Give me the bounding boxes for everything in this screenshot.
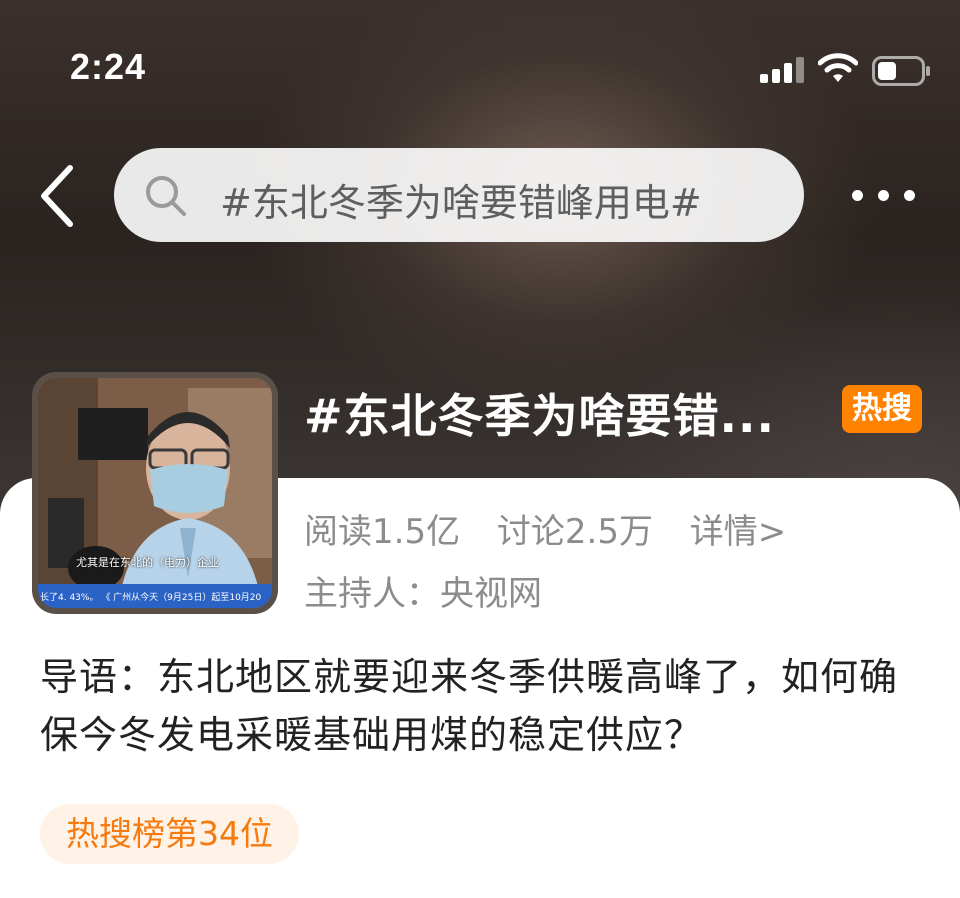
battery-icon bbox=[872, 56, 930, 86]
search-icon bbox=[146, 176, 186, 216]
status-time: 2:24 bbox=[70, 46, 147, 87]
wifi-icon bbox=[818, 53, 858, 82]
topic-title: #东北冬季为啥要错... bbox=[304, 389, 775, 443]
hot-rank-tag[interactable]: 热搜榜第34位 bbox=[40, 804, 299, 864]
topic-stats: 阅读1.5亿 讨论2.5万 详情> bbox=[304, 504, 812, 553]
search-query: #东北冬季为啥要错峰用电# bbox=[220, 181, 702, 225]
back-button[interactable] bbox=[30, 160, 90, 230]
hot-badge: 热搜 bbox=[842, 385, 922, 433]
detail-link[interactable]: 详情> bbox=[690, 512, 787, 552]
interview-image bbox=[38, 378, 272, 608]
topic-thumbnail[interactable]: 尤其是在东北的（电力）企业 长了4. 43%。 《 广州从今天（9月25日）起至… bbox=[32, 372, 278, 614]
more-options-button[interactable] bbox=[842, 176, 926, 216]
cellular-signal-icon bbox=[760, 57, 804, 83]
topic-intro: 导语：东北地区就要迎来冬季供暖高峰了，如何确保今冬发电采暖基础用煤的稳定供应？ bbox=[40, 655, 899, 757]
topic-host: 主持人：央视网 bbox=[304, 574, 542, 614]
read-count: 阅读1.5亿 bbox=[304, 512, 461, 552]
search-bar[interactable]: #东北冬季为啥要错峰用电# bbox=[114, 148, 804, 242]
thumbnail-caption: 尤其是在东北的（电力）企业 bbox=[76, 556, 219, 569]
thumbnail-ticker: 长了4. 43%。 《 广州从今天（9月25日）起至10月20 bbox=[40, 593, 262, 603]
discussion-count: 讨论2.5万 bbox=[496, 512, 653, 552]
chevron-left-icon bbox=[41, 165, 73, 227]
